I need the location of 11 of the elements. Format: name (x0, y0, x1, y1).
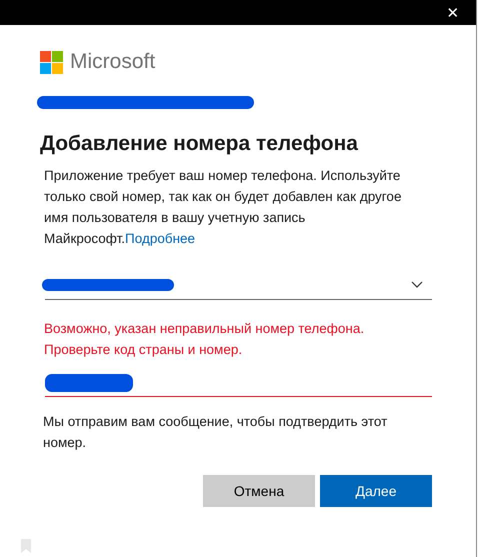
page-title: Добавление номера телефона (40, 132, 359, 156)
error-message: Возможно, указан неправильный номер телефона. Проверьте код страны и номер. (44, 320, 366, 359)
cancel-button[interactable]: Отмена (203, 475, 315, 507)
info-text: Мы отправим вам сообщение, чтобы подтвердить этот номер. (43, 413, 388, 452)
close-button[interactable]: ✕ (430, 0, 476, 25)
windows-logo-icon (40, 50, 63, 74)
chevron-down-icon (411, 281, 423, 289)
description-text: Приложение требует ваш номер телефона. Используйте только свой номер, так как он будет добавлен как другое имя пользователя в вашу учетную запись Майкрософт.Подробнее (44, 167, 402, 248)
learn-more-link[interactable]: Подробнее (125, 231, 196, 246)
brand-name: Microsoft (70, 50, 156, 74)
next-button[interactable]: Далее (320, 475, 432, 507)
